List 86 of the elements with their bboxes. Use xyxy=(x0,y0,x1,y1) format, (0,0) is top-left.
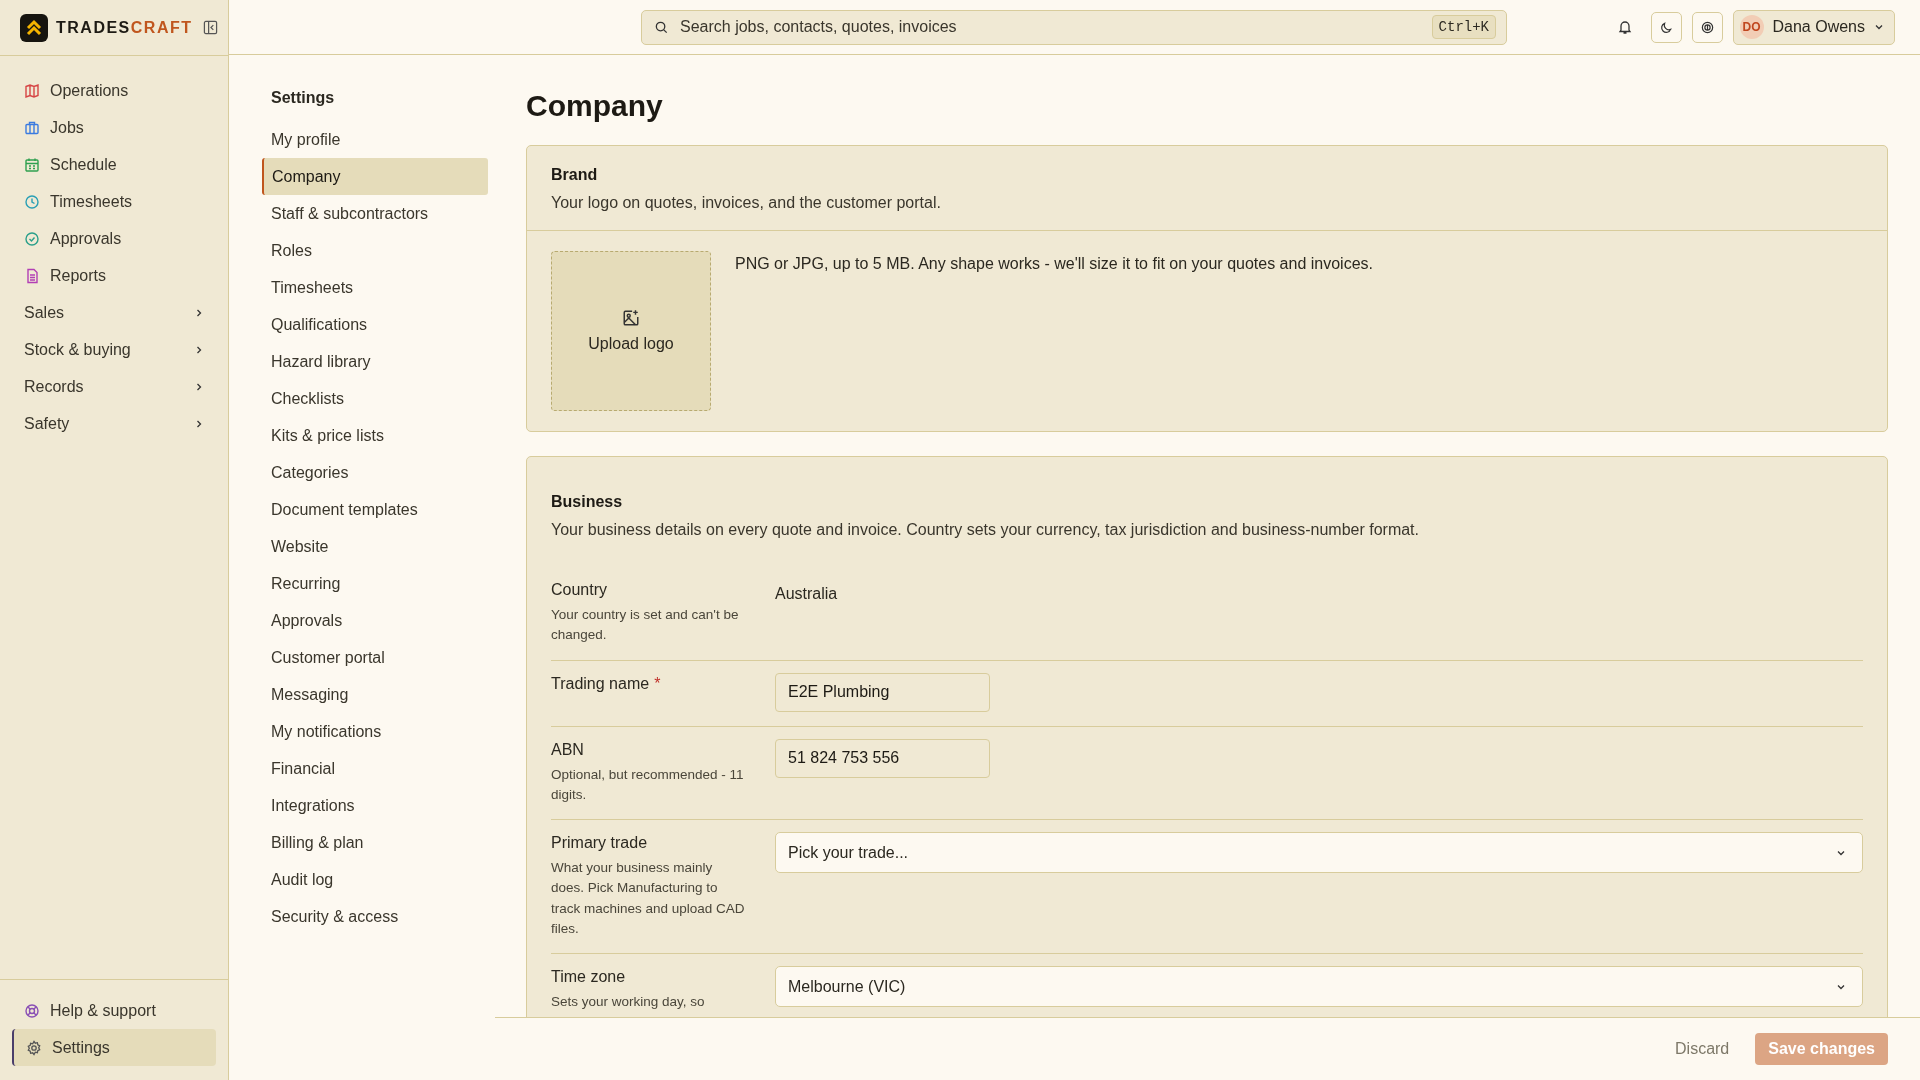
field-label: Country xyxy=(551,581,608,598)
search-input[interactable]: Search jobs, contacts, quotes, invoices xyxy=(678,17,1423,37)
sidebar-group[interactable]: Records xyxy=(12,368,216,405)
settings-nav-item[interactable]: Hazard library xyxy=(262,343,488,380)
user-avatar: DO xyxy=(1739,15,1764,39)
upload-note: PNG or JPG, up to 5 MB. Any shape works - we'll size it to fit on your quotes and invoices. xyxy=(735,254,1373,274)
settings-nav-item[interactable]: Qualifications xyxy=(262,306,488,343)
required-mark: * xyxy=(654,674,661,692)
settings-nav-item[interactable]: Categories xyxy=(262,454,488,491)
field-hint: Your country is set and can't be changed. xyxy=(551,606,740,645)
chevron-icon xyxy=(194,344,204,355)
field-label: ABN xyxy=(551,740,584,758)
caret-icon xyxy=(1874,22,1884,32)
sidebar-group[interactable]: Safety xyxy=(12,405,216,442)
settings-nav-item[interactable]: Financial xyxy=(262,750,488,787)
settings-nav-item[interactable]: Recurring xyxy=(262,565,488,602)
settings-nav-item[interactable]: My profile xyxy=(262,121,488,158)
notification-icon[interactable] xyxy=(1616,19,1633,35)
moon-icon xyxy=(1658,19,1674,35)
settings-nav-item[interactable]: Document templates xyxy=(262,491,488,528)
sidebar-item[interactable]: Approvals xyxy=(12,220,216,257)
settings-nav-item[interactable]: Kits & price lists xyxy=(262,417,488,454)
calendar-icon xyxy=(24,156,40,173)
chevron-icon xyxy=(194,307,204,318)
check-circle-icon xyxy=(24,230,40,247)
settings-nav-item[interactable]: Checklists xyxy=(262,380,488,417)
shortcut-hint: Ctrl+K xyxy=(1431,15,1496,39)
upload-logo-button[interactable]: Upload logo xyxy=(551,251,711,411)
discard-button[interactable]: Discard xyxy=(1669,1039,1736,1059)
settings-nav-item[interactable]: Website xyxy=(262,528,488,565)
contrast-icon xyxy=(1699,19,1715,35)
field-label: Primary trade xyxy=(551,834,648,851)
sidebar-item[interactable]: Jobs xyxy=(12,109,216,146)
input-field[interactable]: E2E Plumbing xyxy=(775,672,990,712)
brand-name: TRADESCRAFT xyxy=(56,18,193,37)
field-hint: What your business mainly does. Pick Manufacturing to track machines and upload CAD files. xyxy=(551,859,746,938)
settings-icon xyxy=(26,1039,42,1056)
settings-nav-item[interactable]: Approvals xyxy=(262,602,488,639)
image-add-icon xyxy=(622,309,640,327)
settings-nav-item[interactable]: Customer portal xyxy=(262,639,488,676)
settings-nav-item[interactable]: Timesheets xyxy=(262,269,488,306)
user-menu[interactable]: DO Dana Owens xyxy=(1732,9,1895,45)
field-value: Australia xyxy=(775,584,839,603)
page-title: Company xyxy=(526,89,664,123)
card-title: Brand xyxy=(551,166,599,184)
settings-nav-item[interactable]: Audit log xyxy=(262,861,488,898)
settings-nav-item[interactable]: Company xyxy=(262,158,488,195)
map-icon xyxy=(24,82,40,99)
lifebuoy-icon xyxy=(24,1002,40,1019)
settings-nav-item[interactable]: Security & access xyxy=(262,898,488,935)
chevron-icon xyxy=(194,418,204,429)
sidebar-group[interactable]: Sales xyxy=(12,294,216,331)
sidebar-item[interactable]: Help & support xyxy=(12,992,216,1029)
settings-nav-item[interactable]: My notifications xyxy=(262,713,488,750)
card-description: Your business details on every quote and invoice. Country sets your currency, tax jurisdiction and business-number format. xyxy=(551,521,1420,539)
settings-nav-item[interactable]: Staff & subcontractors xyxy=(262,195,488,232)
settings-nav-item[interactable]: Messaging xyxy=(262,676,488,713)
card-title: Business xyxy=(551,493,624,511)
document-icon xyxy=(24,267,40,284)
sidebar-item[interactable]: Schedule xyxy=(12,146,216,183)
select-field[interactable]: Pick your trade... xyxy=(775,832,1863,873)
briefcase-icon xyxy=(24,119,40,136)
sidebar-toggle-icon[interactable] xyxy=(202,20,218,35)
field-label: Time zone xyxy=(551,968,626,985)
logo-icon xyxy=(20,13,48,42)
settings-nav-item[interactable]: Billing & plan xyxy=(262,824,488,861)
clock-icon xyxy=(24,193,40,210)
sidebar-item[interactable]: Reports xyxy=(12,257,216,294)
settings-nav-item[interactable]: Integrations xyxy=(262,787,488,824)
sidebar-item[interactable]: Timesheets xyxy=(12,183,216,220)
dark-mode-button[interactable] xyxy=(1650,11,1682,43)
field-label: Trading name xyxy=(551,674,650,692)
settings-nav-item[interactable]: Roles xyxy=(262,232,488,269)
chevron-icon xyxy=(194,381,204,392)
sidebar-item[interactable]: Settings xyxy=(12,1029,216,1066)
field-hint: Optional, but recommended - 11 digits. xyxy=(551,765,745,804)
field-hint: Sets your working day, so xyxy=(551,993,706,1011)
card-description: Your logo on quotes, invoices, and the customer portal. xyxy=(551,194,942,212)
search-icon xyxy=(654,19,669,35)
search-field[interactable]: Search jobs, contacts, quotes, invoices Ctrl+K xyxy=(641,9,1507,45)
input-field[interactable]: 51 824 753 556 xyxy=(775,738,990,778)
settings-heading: Settings xyxy=(270,89,336,107)
sidebar-group[interactable]: Stock & buying xyxy=(12,331,216,368)
sidebar-item[interactable]: Operations xyxy=(12,72,216,109)
contrast-button[interactable] xyxy=(1691,11,1723,43)
select-field[interactable]: Melbourne (VIC) xyxy=(775,966,1863,1007)
